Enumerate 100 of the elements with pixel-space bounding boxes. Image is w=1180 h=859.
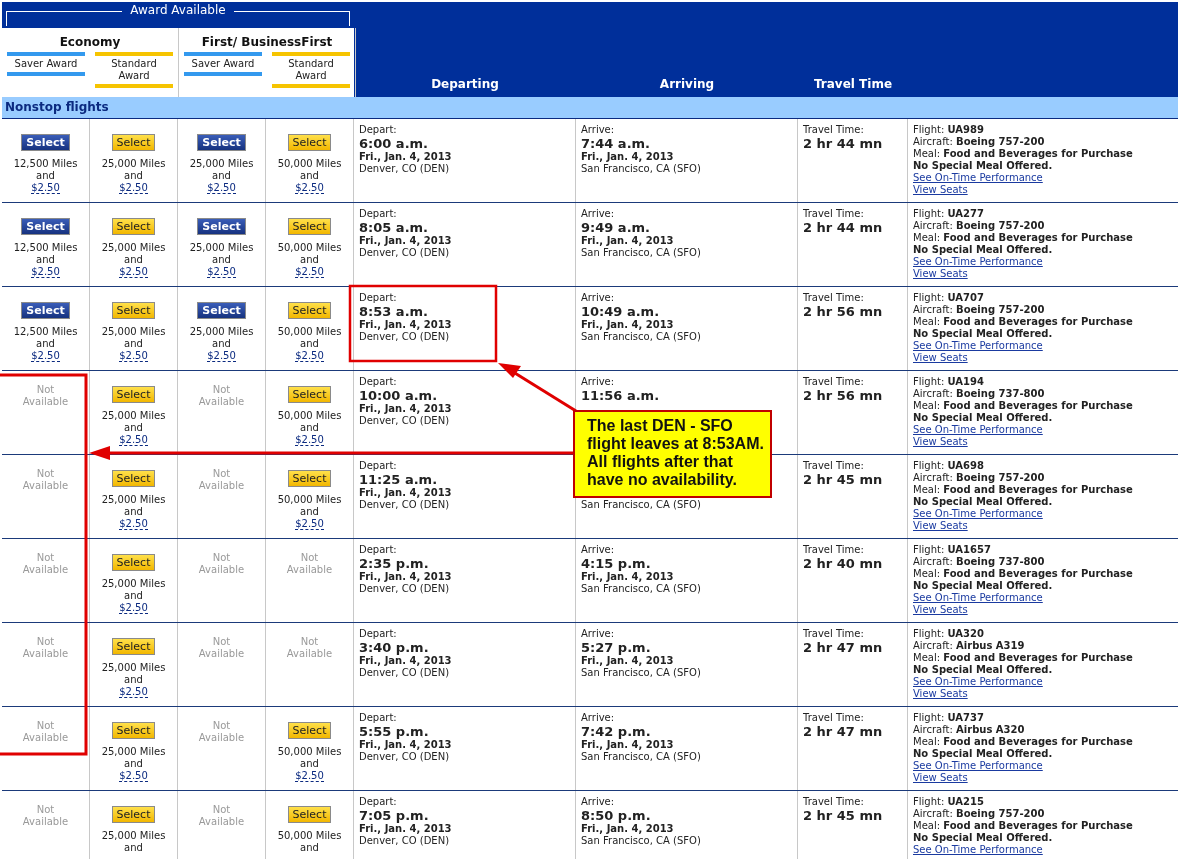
miles-text: 25,000 Miles (189, 242, 254, 254)
date-text: Fri., Jan. 4, 2013 (359, 655, 453, 667)
info-link[interactable]: View Seats (913, 772, 968, 784)
section-header: Nonstop flights (2, 97, 1178, 119)
award-type-label: Standard Award (95, 52, 173, 88)
column-heading: Travel Time (812, 77, 894, 91)
select-button[interactable]: Select (111, 806, 156, 823)
info-link[interactable]: See On-Time Performance (913, 424, 1043, 436)
select-button[interactable]: Select (197, 218, 246, 235)
fee-link[interactable]: $2.50 (295, 350, 324, 362)
fee-link[interactable]: $2.50 (31, 182, 60, 194)
miles-text: and (300, 338, 319, 350)
meal-note-text: No Special Meal Offered. (913, 496, 1054, 508)
info-link[interactable]: See On-Time Performance (913, 172, 1043, 184)
award-type-label: Saver Award (184, 52, 262, 76)
time-label: Arrive: (581, 628, 616, 640)
fee-link[interactable]: $2.50 (295, 434, 324, 446)
select-button[interactable]: Select (287, 218, 332, 235)
time-label: Depart: (359, 208, 398, 220)
select-button[interactable]: Select (287, 722, 332, 739)
fee-link[interactable]: $2.50 (207, 350, 236, 362)
fee-link[interactable]: $2.50 (119, 350, 148, 362)
info-link[interactable]: See On-Time Performance (913, 676, 1043, 688)
award-type-label: Standard Award (272, 52, 350, 88)
select-button[interactable]: Select (111, 722, 156, 739)
info-link[interactable]: View Seats (913, 352, 968, 364)
fee-link[interactable]: $2.50 (31, 350, 60, 362)
select-button[interactable]: Select (197, 302, 246, 319)
select-button[interactable]: Select (111, 302, 156, 319)
info-link[interactable]: See On-Time Performance (913, 508, 1043, 520)
date-text: Fri., Jan. 4, 2013 (581, 823, 675, 835)
select-button[interactable]: Select (111, 386, 156, 403)
select-button[interactable]: Select (287, 386, 332, 403)
city-text: Denver, CO (DEN) (359, 247, 451, 259)
select-button[interactable]: Select (287, 806, 332, 823)
time-label: Depart: (359, 544, 398, 556)
city-text: Denver, CO (DEN) (359, 163, 451, 175)
unavailable-text: Not Available (197, 804, 246, 828)
travel-time-label: Travel Time: (803, 712, 865, 724)
time-text: 5:27 p.m. (581, 640, 652, 655)
select-button[interactable]: Select (287, 302, 332, 319)
info-link[interactable]: See On-Time Performance (913, 844, 1043, 856)
fee-link[interactable]: $2.50 (119, 770, 148, 782)
date-text: Fri., Jan. 4, 2013 (359, 823, 453, 835)
travel-time-text: 2 hr 47 mn (803, 640, 884, 655)
fee-link[interactable]: $2.50 (119, 266, 148, 278)
select-button[interactable]: Select (111, 554, 156, 571)
fee-link[interactable]: $2.50 (119, 182, 148, 194)
fee-link[interactable]: $2.50 (31, 266, 60, 278)
city-text: Denver, CO (DEN) (359, 331, 451, 343)
fee-link[interactable]: $2.50 (119, 518, 148, 530)
miles-text: and (124, 590, 143, 602)
info-link[interactable]: View Seats (913, 184, 968, 196)
aircraft-text: Aircraft: Boeing 757-200 (913, 472, 1046, 484)
miles-text: 50,000 Miles (277, 326, 342, 338)
date-text: Fri., Jan. 4, 2013 (359, 235, 453, 247)
info-link[interactable]: View Seats (913, 520, 968, 532)
time-text: 11:25 a.m. (359, 472, 439, 487)
info-link[interactable]: View Seats (913, 436, 968, 448)
select-button[interactable]: Select (21, 134, 70, 151)
unavailable-text: Not Available (21, 636, 70, 660)
miles-text: and (36, 170, 55, 182)
info-link[interactable]: See On-Time Performance (913, 340, 1043, 352)
miles-text: and (212, 338, 231, 350)
info-link[interactable]: See On-Time Performance (913, 256, 1043, 268)
fee-link[interactable]: $2.50 (295, 770, 324, 782)
fee-link[interactable]: $2.50 (119, 434, 148, 446)
city-text: San Francisco, CA (SFO) (581, 835, 702, 847)
header-title: Award Available (129, 3, 227, 17)
info-link[interactable]: See On-Time Performance (913, 760, 1043, 772)
fee-link[interactable]: $2.50 (295, 518, 324, 530)
fee-link[interactable]: $2.50 (207, 182, 236, 194)
miles-text: and (300, 506, 319, 518)
fee-link[interactable]: $2.50 (295, 182, 324, 194)
meal-text: Meal: Food and Beverages for Purchase (913, 232, 1134, 244)
fee-link[interactable]: $2.50 (295, 266, 324, 278)
aircraft-text: Aircraft: Airbus A320 (913, 724, 1026, 736)
fee-link[interactable]: $2.50 (207, 266, 236, 278)
info-link[interactable]: View Seats (913, 268, 968, 280)
fee-link[interactable]: $2.50 (119, 602, 148, 614)
select-button[interactable]: Select (287, 470, 332, 487)
select-button[interactable]: Select (111, 134, 156, 151)
select-button[interactable]: Select (111, 638, 156, 655)
unavailable-text: Not Available (197, 384, 246, 408)
unavailable-text: Not Available (21, 720, 70, 744)
select-button[interactable]: Select (21, 302, 70, 319)
select-button[interactable]: Select (111, 470, 156, 487)
fee-link[interactable]: $2.50 (119, 686, 148, 698)
select-button[interactable]: Select (287, 134, 332, 151)
select-button[interactable]: Select (21, 218, 70, 235)
select-button[interactable]: Select (111, 218, 156, 235)
travel-time-text: 2 hr 45 mn (803, 808, 884, 823)
info-link[interactable]: See On-Time Performance (913, 592, 1043, 604)
info-link[interactable]: View Seats (913, 688, 968, 700)
flight-number-text: Flight: UA1657 (913, 544, 992, 556)
miles-text: and (124, 254, 143, 266)
select-button[interactable]: Select (197, 134, 246, 151)
aircraft-text: Aircraft: Boeing 757-200 (913, 136, 1046, 148)
info-link[interactable]: View Seats (913, 604, 968, 616)
miles-text: 50,000 Miles (277, 410, 342, 422)
